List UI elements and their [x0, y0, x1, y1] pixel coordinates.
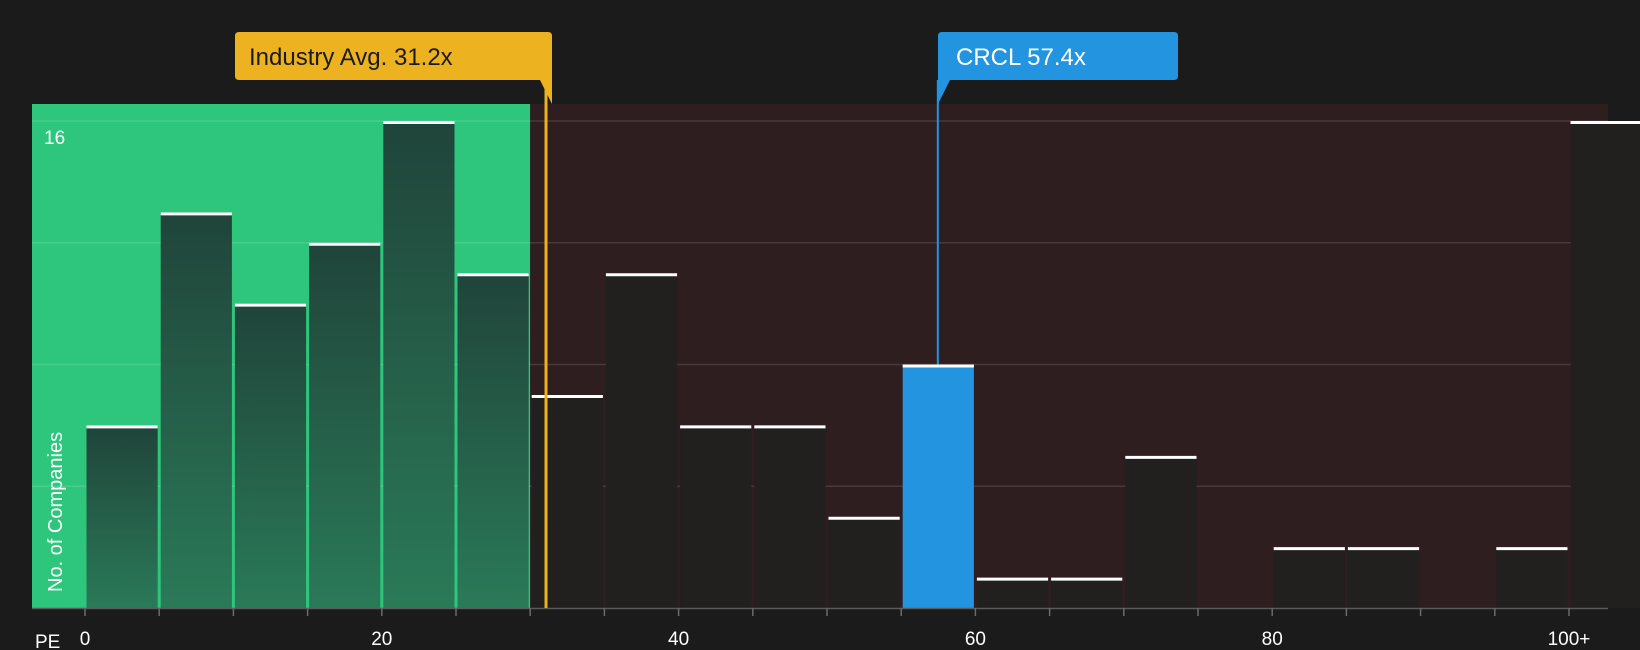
- x-tick-label: 0: [80, 629, 91, 650]
- x-axis-label: PE: [35, 632, 60, 650]
- histogram-bar: [1125, 455, 1197, 608]
- histogram-bar: [160, 212, 232, 608]
- x-tick-label: 80: [1262, 629, 1283, 650]
- histogram-bar: [976, 577, 1049, 608]
- histogram-bar: [1273, 547, 1345, 608]
- histogram-bar: [234, 303, 307, 608]
- histogram-bar: [1570, 121, 1640, 608]
- histogram-bar: [828, 516, 900, 608]
- x-tick-label: 40: [668, 629, 689, 650]
- histogram-bar: [1347, 547, 1420, 608]
- industry-average-label: Industry Avg. 31.2x: [249, 44, 453, 71]
- histogram-bar: [1051, 577, 1123, 608]
- histogram-bar: [309, 242, 381, 608]
- histogram-bar: [902, 364, 974, 608]
- histogram-bar: [680, 425, 752, 608]
- x-axis-ticks: 0 20 40 60 80 100+: [80, 608, 1591, 650]
- histogram-bar: [383, 121, 455, 608]
- histogram-bar: [1496, 547, 1568, 608]
- x-tick-label: 60: [965, 629, 986, 650]
- company-pe-label: CRCL 57.4x: [956, 44, 1086, 71]
- histogram-bar: [605, 273, 678, 608]
- x-tick-label: 100+: [1548, 629, 1591, 650]
- histogram-bar: [754, 425, 826, 608]
- pe-histogram-chart: 0 20 40 60 80 100+ 16 No. of Companies PE Ind…: [32, 32, 1640, 650]
- histogram-bar: [457, 273, 529, 608]
- y-axis-label: No. of Companies: [45, 432, 67, 592]
- histogram-bar: [86, 425, 158, 608]
- histogram-bar: [531, 394, 603, 608]
- y-max-label: 16: [44, 128, 65, 149]
- x-tick-label: 20: [371, 629, 392, 650]
